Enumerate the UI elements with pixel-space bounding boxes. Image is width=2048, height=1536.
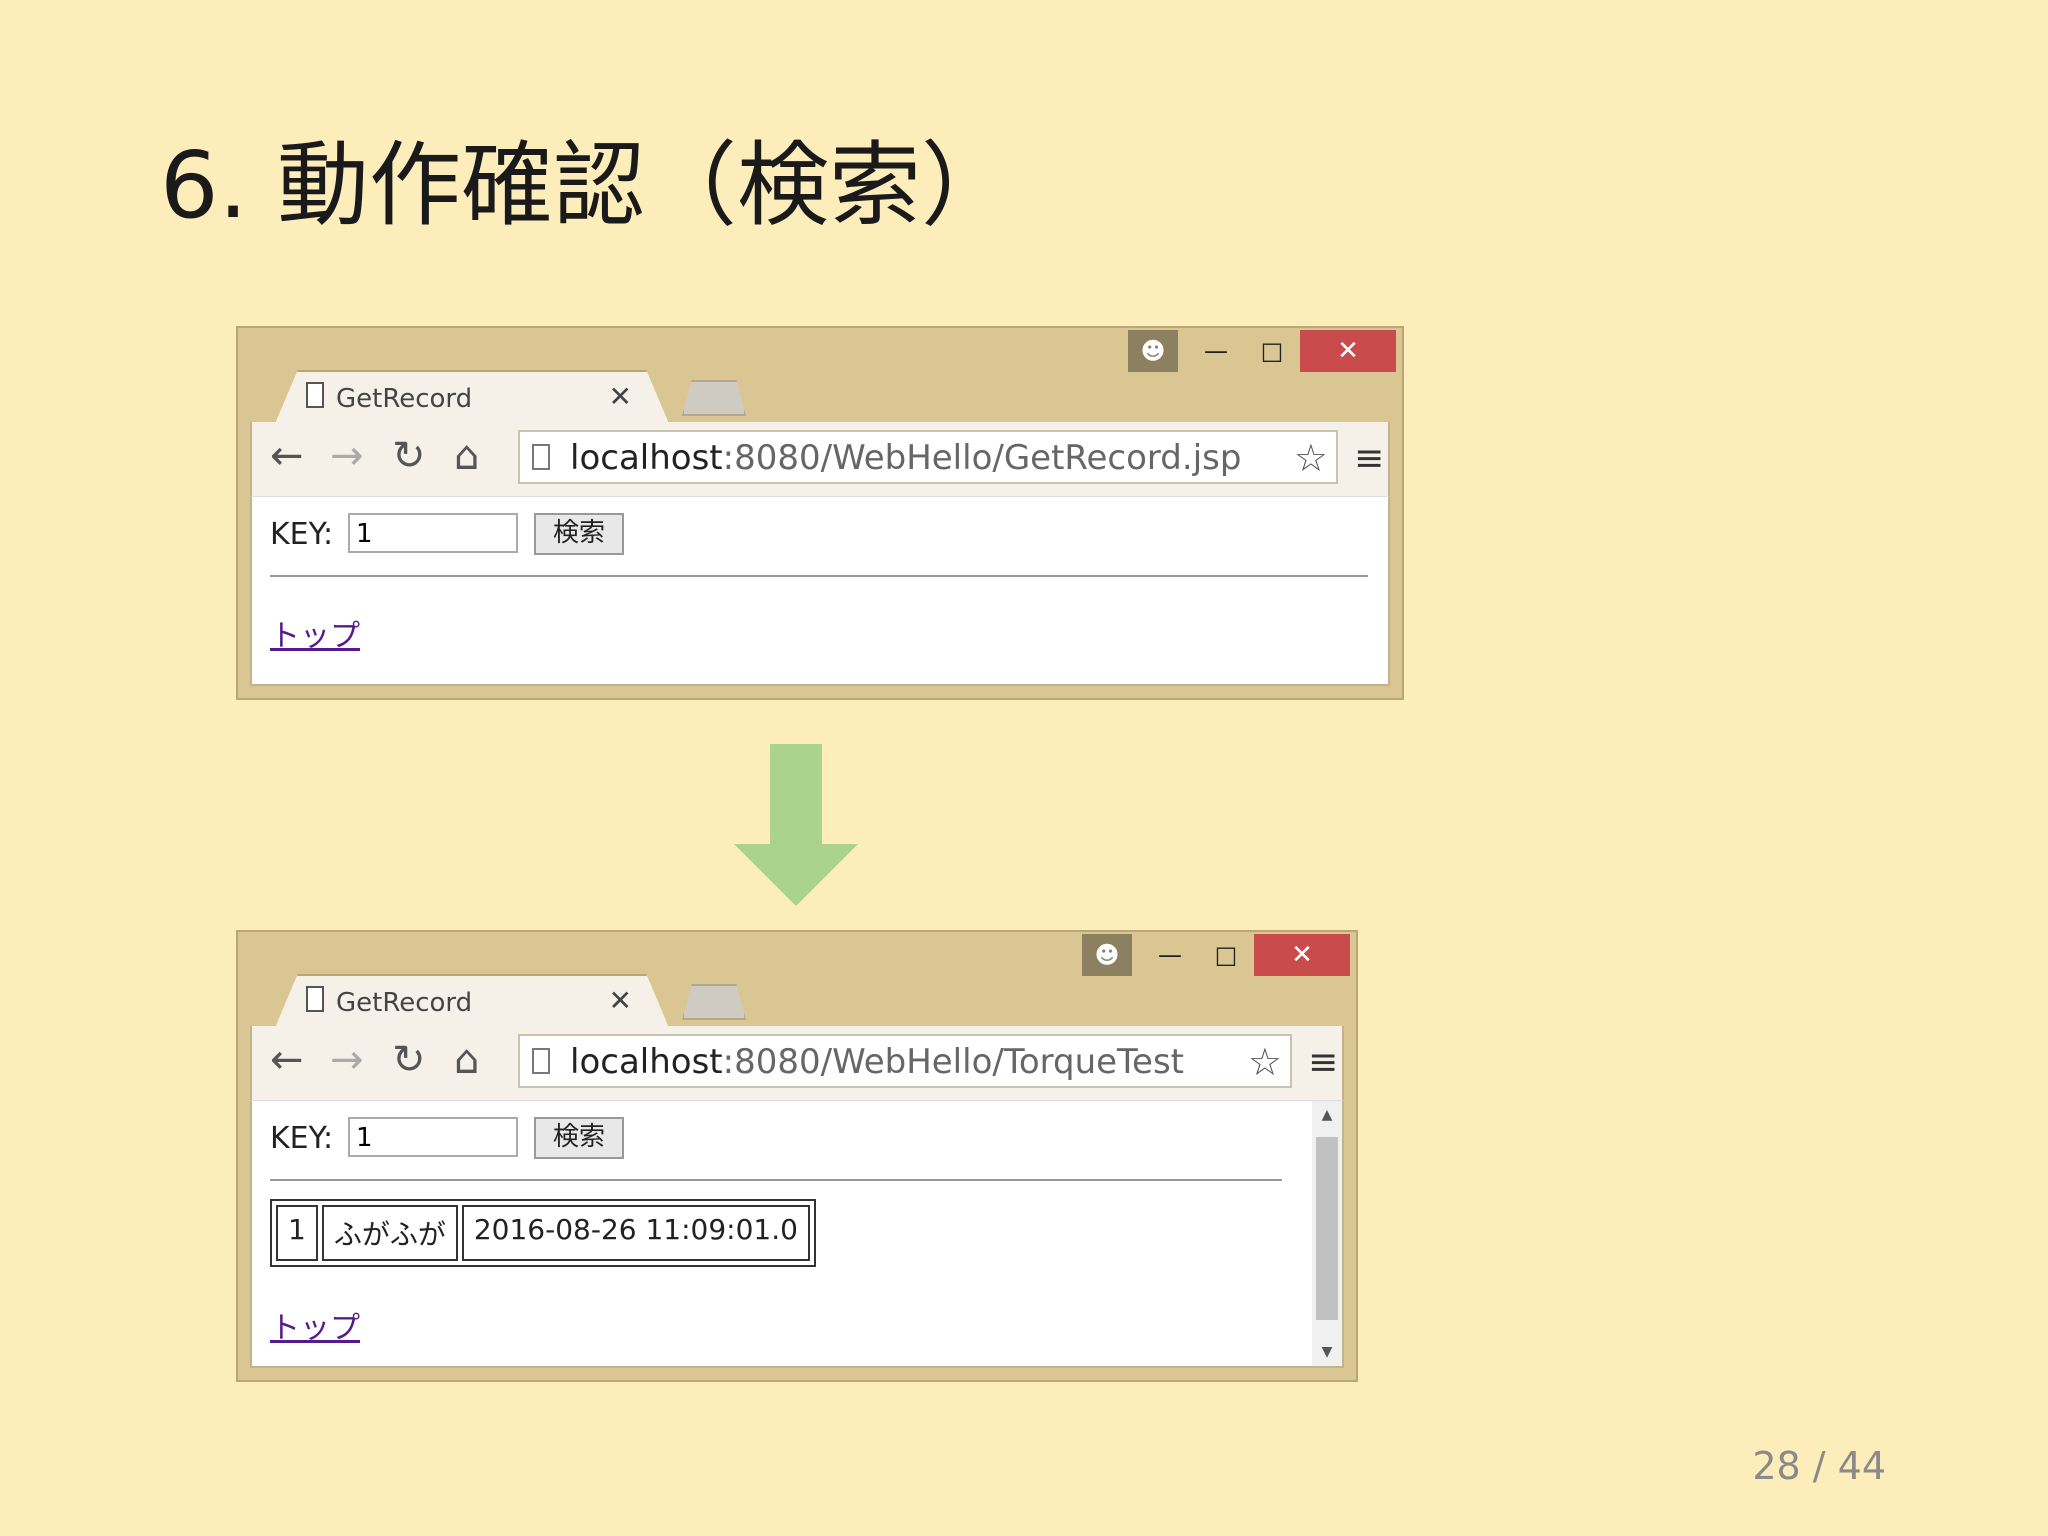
page-number: 28 / 44 [1752, 1444, 1886, 1488]
tab-close-icon[interactable]: ✕ [609, 380, 632, 413]
page-icon [532, 1048, 550, 1074]
search-button[interactable]: 検索 [534, 1117, 624, 1159]
minimize-icon[interactable]: — [1188, 330, 1244, 372]
home-icon[interactable]: ⌂ [454, 1040, 479, 1080]
page-icon [306, 382, 324, 408]
scroll-up-icon[interactable]: ▲ [1312, 1107, 1342, 1123]
star-icon[interactable]: ☆ [1248, 1040, 1282, 1084]
result-table: 1 ふがふが 2016-08-26 11:09:01.0 [270, 1199, 816, 1267]
back-arrow-icon[interactable]: ← [270, 436, 304, 476]
browser-window-2: ☻ — □ ✕ GetRecord ✕ ← → ↻ ⌂ localhost:80… [236, 930, 1358, 1382]
reload-icon[interactable]: ↻ [392, 436, 426, 476]
user-icon[interactable]: ☻ [1082, 934, 1132, 976]
table-cell: ふがふが [321, 1205, 458, 1261]
tab-title: GetRecord [336, 384, 473, 414]
toolbar: ← → ↻ ⌂ localhost:8080/WebHello/GetRecor… [250, 422, 1390, 496]
key-input[interactable]: 1 [348, 513, 518, 553]
page-icon [532, 444, 550, 470]
url-path: :8080/WebHello/TorqueTest [722, 1042, 1184, 1082]
browser-window-1: ☻ — □ ✕ GetRecord ✕ ← → ↻ ⌂ localhost:80… [236, 326, 1404, 700]
address-bar[interactable]: localhost:8080/WebHello/GetRecord.jsp ☆ [518, 430, 1338, 484]
tab-title: GetRecord [336, 988, 473, 1018]
browser-tab[interactable]: GetRecord ✕ [274, 974, 670, 1030]
menu-icon[interactable]: ≡ [1308, 1042, 1338, 1083]
new-tab-button[interactable] [682, 380, 746, 416]
menu-icon[interactable]: ≡ [1354, 438, 1384, 479]
down-arrow-icon [734, 744, 858, 906]
scroll-down-icon[interactable]: ▼ [1312, 1344, 1342, 1360]
slide-title: 6. 動作確認（検索） [160, 132, 1014, 239]
key-input[interactable]: 1 [348, 1117, 518, 1157]
forward-arrow-icon[interactable]: → [330, 436, 364, 476]
key-label: KEY: [270, 1121, 334, 1156]
scroll-thumb[interactable] [1316, 1137, 1338, 1320]
vertical-scrollbar[interactable]: ▲ ▼ [1312, 1101, 1342, 1366]
user-icon[interactable]: ☻ [1128, 330, 1178, 372]
home-icon[interactable]: ⌂ [454, 436, 479, 476]
url-path: :8080/WebHello/GetRecord.jsp [722, 438, 1242, 478]
top-link[interactable]: トップ [270, 611, 360, 655]
reload-icon[interactable]: ↻ [392, 1040, 426, 1080]
tab-close-icon[interactable]: ✕ [609, 984, 632, 1017]
maximize-icon[interactable]: □ [1244, 330, 1300, 372]
table-cell: 2016-08-26 11:09:01.0 [461, 1205, 810, 1261]
table-cell: 1 [276, 1205, 318, 1261]
browser-tab[interactable]: GetRecord ✕ [274, 370, 670, 426]
maximize-icon[interactable]: □ [1198, 934, 1254, 976]
url-host: localhost [570, 438, 723, 478]
address-bar[interactable]: localhost:8080/WebHello/TorqueTest ☆ [518, 1034, 1292, 1088]
close-icon[interactable]: ✕ [1254, 934, 1350, 976]
close-icon[interactable]: ✕ [1300, 330, 1396, 372]
divider [270, 1179, 1282, 1181]
key-label: KEY: [270, 517, 334, 552]
page-viewport: KEY: 1 検索 1 ふがふが 2016-08-26 11:09:01.0 ト… [250, 1100, 1344, 1368]
page-icon [306, 986, 324, 1012]
toolbar: ← → ↻ ⌂ localhost:8080/WebHello/TorqueTe… [250, 1026, 1344, 1100]
minimize-icon[interactable]: — [1142, 934, 1198, 976]
page-viewport: KEY: 1 検索 トップ [250, 496, 1390, 686]
search-button[interactable]: 検索 [534, 513, 624, 555]
url-host: localhost [570, 1042, 723, 1082]
divider [270, 575, 1368, 577]
star-icon[interactable]: ☆ [1294, 436, 1328, 480]
back-arrow-icon[interactable]: ← [270, 1040, 304, 1080]
new-tab-button[interactable] [682, 984, 746, 1020]
forward-arrow-icon[interactable]: → [330, 1040, 364, 1080]
top-link[interactable]: トップ [270, 1303, 360, 1347]
